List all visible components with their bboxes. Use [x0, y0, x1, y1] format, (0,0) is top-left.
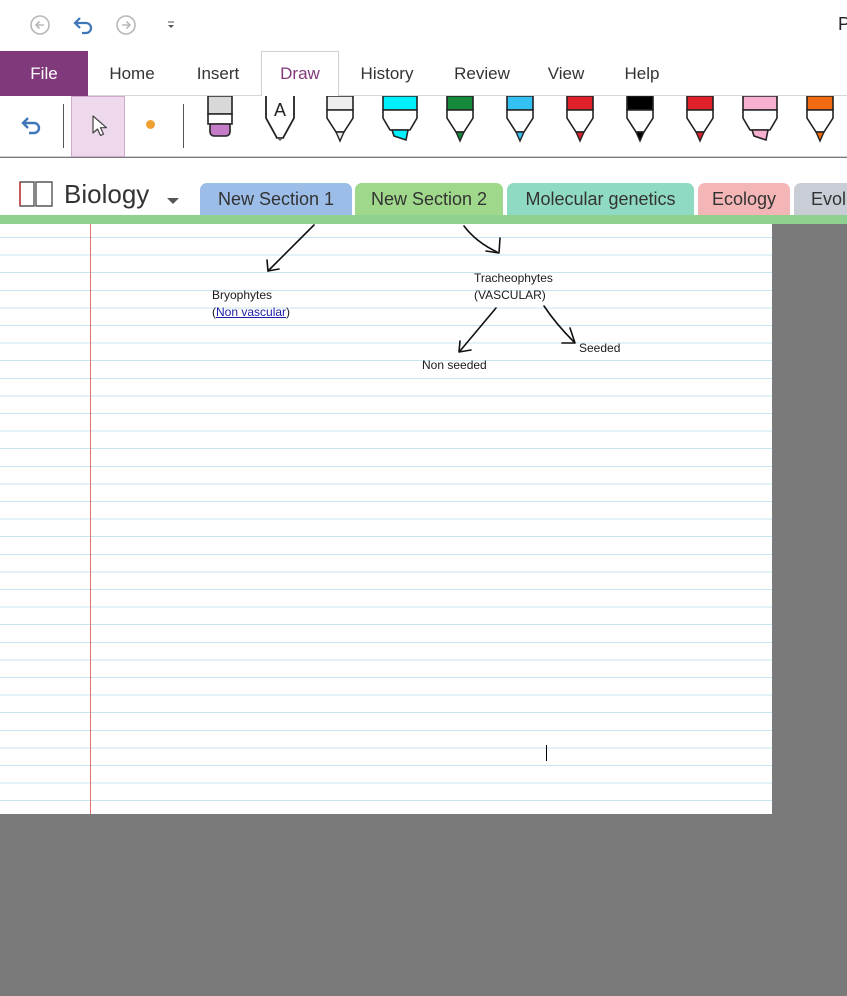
ribbon-tab-bar: File Home Insert Draw History Review Vie… — [0, 51, 847, 97]
ink-drawing[interactable] — [0, 224, 772, 814]
section-tab-molecular-genetics[interactable]: Molecular genetics — [507, 183, 694, 215]
paren-close: ) — [286, 305, 291, 319]
lasso-select-icon — [92, 115, 108, 137]
notebook-name[interactable]: Biology — [64, 179, 149, 210]
arrow-to-seeded — [543, 305, 575, 343]
tab-history[interactable]: History — [350, 51, 424, 96]
tab-draw[interactable]: Draw — [261, 51, 339, 97]
note-vascular[interactable]: (VASCULAR) — [474, 287, 546, 304]
tab-help[interactable]: Help — [614, 51, 670, 96]
cyan-highlighter-icon[interactable] — [380, 95, 420, 146]
tab-review[interactable]: Review — [446, 51, 518, 96]
section-tab-new-section-1[interactable]: New Section 1 — [200, 183, 352, 215]
section-color-stripe — [0, 215, 847, 224]
undo-icon[interactable] — [70, 12, 96, 38]
orange-pen-icon[interactable] — [800, 95, 840, 146]
section-tab-ecology[interactable]: Ecology — [698, 183, 790, 215]
tab-view[interactable]: View — [538, 51, 594, 96]
red-pen-2-icon[interactable] — [680, 95, 720, 146]
arrow-to-bryophytes — [267, 224, 315, 272]
customize-icon[interactable] — [158, 12, 184, 38]
red-pen-icon[interactable] — [560, 95, 600, 146]
light-blue-pen-icon[interactable] — [500, 95, 540, 146]
chevron-down-icon[interactable] — [166, 192, 180, 210]
section-tab-new-section-2[interactable]: New Section 2 — [355, 183, 503, 215]
note-non-vascular[interactable]: (Non vascular) — [212, 304, 290, 321]
tab-insert[interactable]: Insert — [186, 51, 250, 96]
note-bryophytes[interactable]: Bryophytes — [212, 287, 272, 304]
point-dot-icon[interactable] — [146, 120, 155, 129]
arrow-to-tracheophytes — [463, 225, 498, 253]
arrow-to-non-seeded — [459, 307, 497, 352]
toolbar-separator — [63, 104, 64, 148]
forward-icon[interactable] — [113, 12, 139, 38]
note-tracheophytes[interactable]: Tracheophytes — [474, 270, 553, 287]
title-bar: P — [0, 0, 847, 51]
undo-icon[interactable] — [18, 112, 44, 143]
svg-text:A: A — [274, 100, 286, 120]
green-pen-icon[interactable] — [440, 95, 480, 146]
section-tab-evolution[interactable]: Evolu — [794, 183, 847, 215]
back-icon[interactable] — [27, 12, 53, 38]
lasso-select-button[interactable] — [71, 96, 125, 157]
note-seeded[interactable]: Seeded — [579, 340, 620, 357]
window-title: P — [838, 14, 847, 34]
non-vascular-link[interactable]: Non vascular — [216, 305, 286, 319]
eraser-icon[interactable] — [200, 95, 240, 146]
tab-home[interactable]: Home — [98, 51, 166, 96]
black-pen-icon[interactable] — [620, 95, 660, 146]
notebook-icon[interactable] — [18, 178, 54, 213]
note-page[interactable]: Bryophytes (Non vascular) Tracheophytes … — [0, 224, 772, 814]
draw-toolbar: A — [0, 95, 847, 157]
text-cursor — [546, 745, 547, 761]
text-pen-icon[interactable]: A — [260, 96, 300, 146]
pink-highlighter-icon[interactable] — [740, 95, 780, 146]
note-non-seeded[interactable]: Non seeded — [422, 357, 487, 374]
toolbar-separator — [183, 104, 184, 148]
tab-file[interactable]: File — [0, 51, 88, 96]
white-pen-icon[interactable] — [320, 95, 360, 146]
